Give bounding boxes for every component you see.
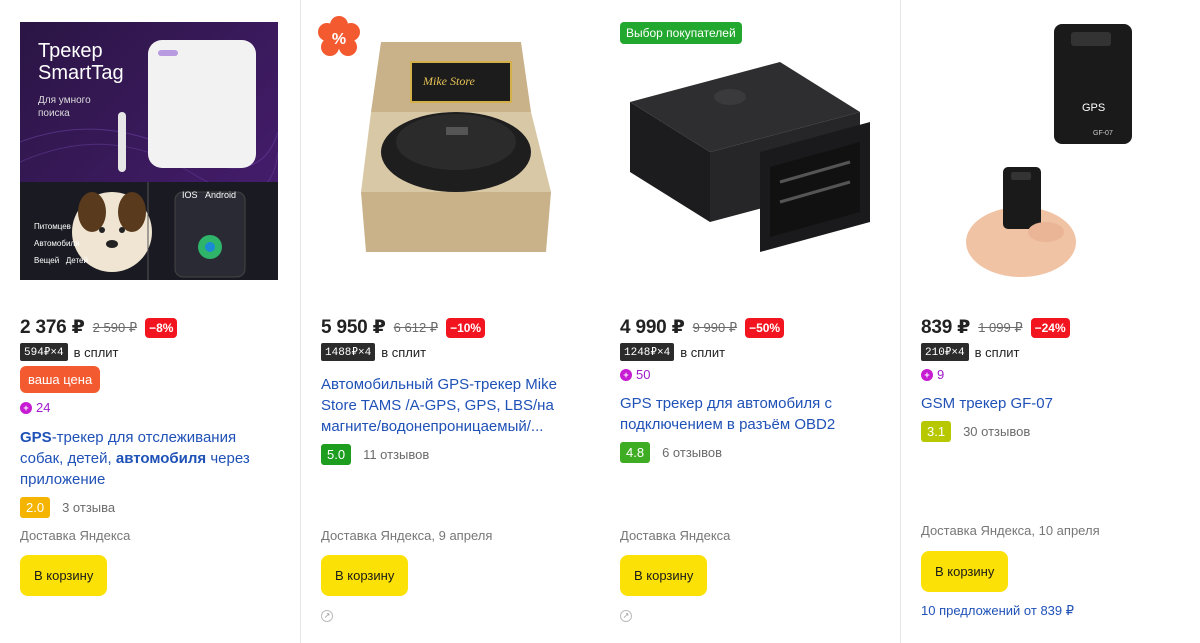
price: 2 376 ₽	[20, 317, 85, 338]
delivery-info: Доставка Яндекса, 9 апреля	[321, 528, 493, 543]
price: 839 ₽	[921, 317, 971, 338]
reviews-count: 6 отзывов	[662, 445, 723, 460]
old-price: 6 612 ₽	[393, 319, 439, 335]
box-label: Mike Store	[423, 74, 475, 88]
image-os-labels: IOS Android	[182, 190, 237, 200]
product-card: Трекер SmartTag Для умного поиска IOS An…	[0, 0, 300, 643]
image-tags: Питомцев Автомобиля Вещей Детей	[34, 222, 88, 265]
plus-icon: +	[20, 401, 32, 414]
svg-text:%: %	[332, 31, 346, 48]
product-title[interactable]: GPS-трекер для отслеживания собак, детей…	[20, 427, 280, 490]
product-grid: Трекер SmartTag Для умного поиска IOS An…	[0, 0, 1200, 643]
percent-flower-icon: %	[316, 15, 362, 66]
old-price: 2 590 ₽	[92, 319, 138, 335]
rating-row[interactable]: 5.0 11 отзывов	[321, 444, 429, 465]
split-chip: 594₽×4	[20, 343, 68, 361]
plus-points: + 9	[921, 367, 944, 382]
delivery-info: Доставка Яндекса	[20, 528, 131, 543]
delivery-info: Доставка Яндекса	[620, 528, 731, 543]
price-row: 5 950 ₽ 6 612 ₽ −10%	[321, 316, 486, 339]
old-price: 9 990 ₽	[692, 319, 738, 335]
split-row[interactable]: 1488₽×4 в сплит	[321, 343, 426, 361]
add-to-cart-button[interactable]: В корзину	[921, 551, 1009, 592]
product-card: Mike Store 5 950 ₽ 6 612 ₽ −10% 1488₽×4 …	[300, 0, 600, 643]
split-row[interactable]: 1248₽×4 в сплит	[620, 343, 725, 361]
rating-badge: 2.0	[20, 497, 51, 518]
product-image-smarttag[interactable]: Трекер SmartTag Для умного поиска IOS An…	[19, 22, 279, 280]
external-link-icon[interactable]: ↗	[620, 610, 632, 622]
product-card: GPS GF-07 839 ₽ 1 099 ₽ −24% 210₽×4 в сп…	[900, 0, 1200, 643]
rating-badge: 4.8	[620, 442, 651, 463]
rating-row[interactable]: 2.0 3 отзыва	[20, 497, 115, 518]
add-to-cart-button[interactable]: В корзину	[20, 555, 108, 596]
price-row: 839 ₽ 1 099 ₽ −24%	[921, 316, 1070, 339]
discount-badge: −10%	[446, 317, 486, 338]
price: 4 990 ₽	[620, 317, 685, 338]
add-to-cart-button[interactable]: В корзину	[321, 555, 409, 596]
product-card: Выбор покупателей 4 990 ₽ 9 990 ₽ −50% 1…	[600, 0, 900, 643]
reviews-count: 3 отзыва	[62, 500, 116, 515]
discount-badge: −50%	[745, 317, 785, 338]
split-text: в сплит	[73, 344, 119, 360]
price: 5 950 ₽	[321, 317, 386, 338]
rating-badge: 3.1	[921, 421, 952, 442]
split-chip: 210₽×4	[921, 343, 969, 361]
external-link-icon[interactable]: ↗	[321, 610, 333, 622]
plus-icon: +	[921, 368, 933, 381]
split-chip: 1248₽×4	[620, 343, 675, 361]
plus-icon: +	[620, 368, 632, 381]
split-row[interactable]: 210₽×4 в сплит	[921, 343, 1020, 361]
product-image-obd2[interactable]	[620, 22, 878, 280]
product-image-gf07[interactable]: GPS GF-07	[921, 22, 1179, 280]
price-row: 2 376 ₽ 2 590 ₽ −8%	[20, 316, 178, 339]
split-text: в сплит	[974, 344, 1020, 360]
rating-badge: 5.0	[321, 444, 352, 465]
buyers-choice-badge: Выбор покупателей	[620, 22, 742, 44]
image-subtitle: Для умного поиска	[38, 95, 91, 119]
your-price-badge: ваша цена	[20, 366, 101, 393]
model-label: GF-07	[1093, 130, 1113, 137]
product-title[interactable]: Автомобильный GPS-трекер Mike Store TAMS…	[321, 374, 581, 437]
price-row: 4 990 ₽ 9 990 ₽ −50%	[620, 316, 785, 339]
plus-points: + 50	[620, 367, 650, 382]
plus-points: + 24	[20, 400, 50, 415]
reviews-count: 30 отзывов	[963, 424, 1031, 439]
split-text: в сплит	[680, 344, 726, 360]
image-title: Трекер SmartTag	[38, 40, 124, 84]
split-text: в сплит	[381, 344, 427, 360]
device-label: GPS	[1082, 102, 1106, 114]
product-title[interactable]: GPS трекер для автомобиля с подключением…	[620, 393, 880, 435]
split-row[interactable]: 594₽×4 в сплит	[20, 343, 119, 361]
delivery-info: Доставка Яндекса, 10 апреля	[921, 523, 1100, 538]
old-price: 1 099 ₽	[978, 319, 1023, 335]
reviews-count: 11 отзывов	[363, 447, 430, 462]
discount-badge: −8%	[145, 317, 178, 338]
rating-row[interactable]: 3.1 30 отзывов	[921, 421, 1030, 442]
rating-row[interactable]: 4.8 6 отзывов	[620, 442, 722, 463]
discount-badge: −24%	[1030, 317, 1070, 338]
product-title[interactable]: GSM трекер GF-07	[921, 393, 1181, 414]
offers-link[interactable]: 10 предложений от 839 ₽	[921, 603, 1074, 619]
split-chip: 1488₽×4	[321, 343, 376, 361]
add-to-cart-button[interactable]: В корзину	[620, 555, 708, 596]
